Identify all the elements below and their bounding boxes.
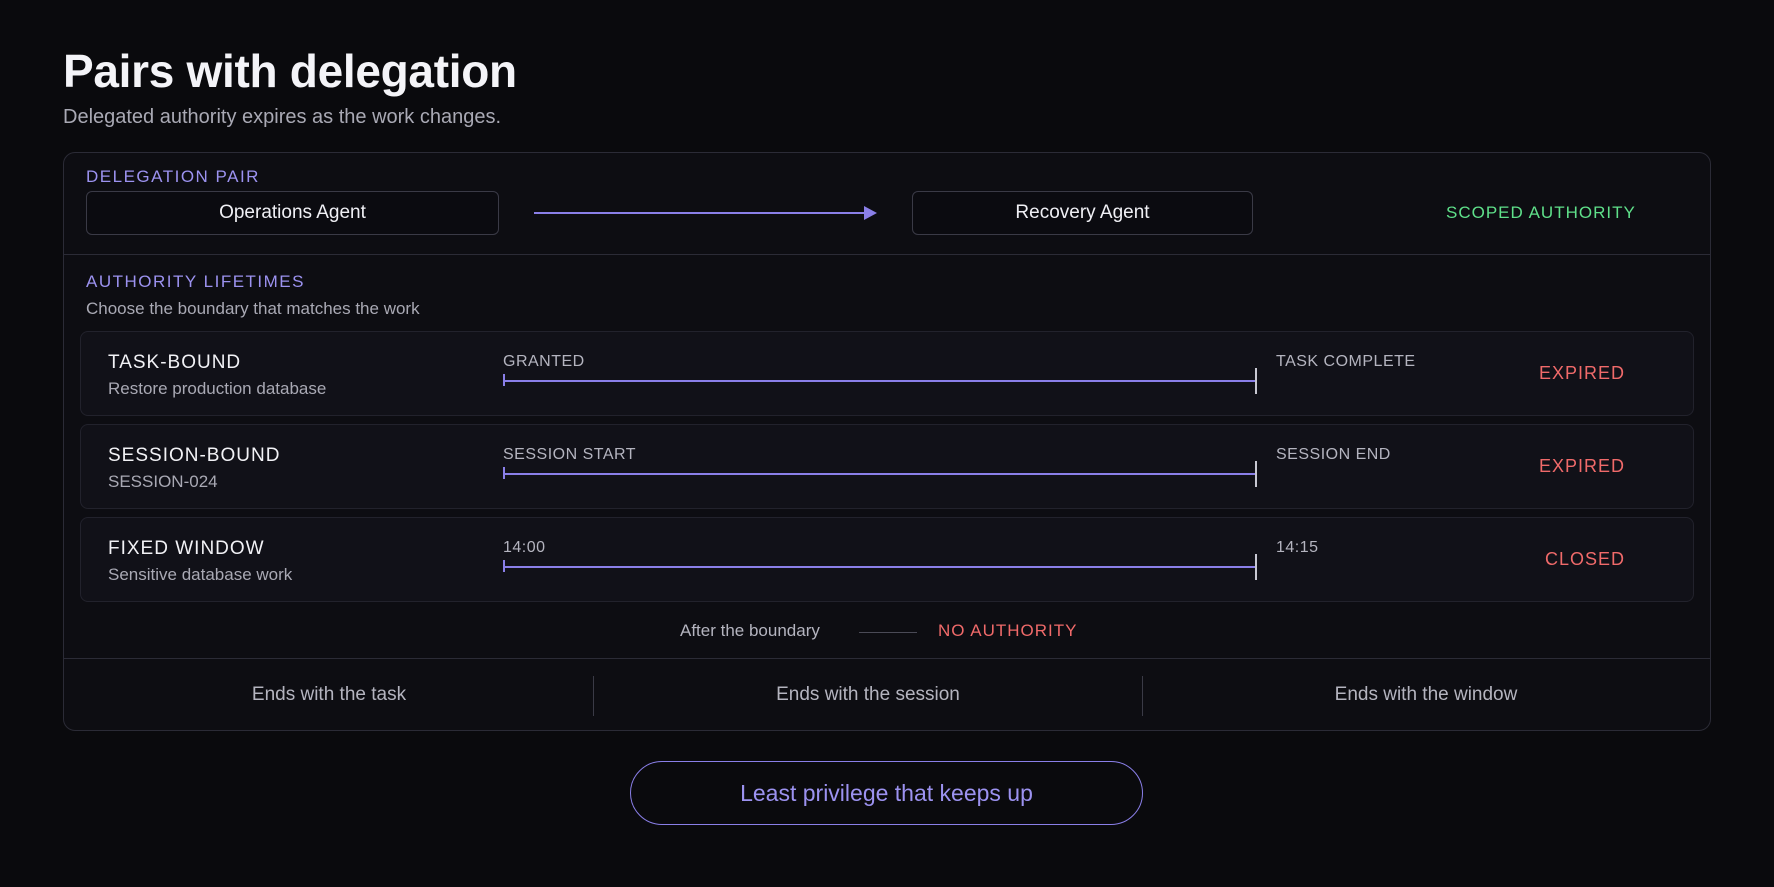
page: Pairs with delegation Delegated authorit… [0,0,1774,887]
lifetime-row-fixed-window: FIXED WINDOW Sensitive database work 14:… [80,517,1694,602]
authority-lifetimes-label: AUTHORITY LIFETIMES [86,272,305,291]
row-description: SESSION-024 [108,472,218,491]
timeline-start-tick [503,467,505,479]
timeline-start-tick [503,374,505,386]
timeline-end-tick [1255,368,1257,394]
lifetime-row-session-bound: SESSION-BOUND SESSION-024 SESSION START … [80,424,1694,509]
footer-cell-session: Ends with the session [776,684,960,705]
row-description: Sensitive database work [108,565,293,584]
arrow-right-icon [864,206,877,220]
status-badge: EXPIRED [1538,456,1625,476]
no-authority-badge: NO AUTHORITY [938,621,1078,640]
after-boundary-line [859,632,917,633]
pair-divider [64,254,1710,255]
timeline-end-tick [1255,554,1257,580]
authority-lifetimes-note: Choose the boundary that matches the wor… [86,299,420,318]
page-subtitle: Delegated authority expires as the work … [63,106,502,128]
scoped-authority-badge: SCOPED AUTHORITY [1446,203,1636,222]
timeline-bar [503,566,1256,568]
timeline-start-tick [503,560,505,572]
row-description: Restore production database [108,379,327,398]
page-title: Pairs with delegation [63,45,517,97]
delegation-arrow-line [534,212,868,214]
timeline-bar [503,473,1256,475]
operations-agent-box[interactable]: Operations Agent [86,191,499,235]
timeline-end-label: SESSION END [1276,446,1391,463]
least-privilege-button[interactable]: Least privilege that keeps up [630,761,1143,825]
footer-cell-task: Ends with the task [251,684,407,705]
timeline-start-label: GRANTED [503,353,585,370]
timeline-start-label: 14:00 [503,539,546,556]
recovery-agent-box[interactable]: Recovery Agent [912,191,1253,235]
row-name: TASK-BOUND [108,352,242,373]
status-badge: EXPIRED [1538,363,1625,383]
footer-cell-window: Ends with the window [1334,684,1518,705]
delegation-pair-label: DELEGATION PAIR [86,167,260,186]
delegation-panel: DELEGATION PAIR Operations Agent Recover… [63,152,1711,731]
after-boundary-label: After the boundary [680,621,820,640]
row-name: FIXED WINDOW [108,538,265,559]
timeline-end-tick [1255,461,1257,487]
timeline-bar [503,380,1256,382]
row-name: SESSION-BOUND [108,445,281,466]
status-badge: CLOSED [1544,549,1625,569]
timeline-end-label: 14:15 [1276,539,1319,556]
after-boundary: After the boundary NO AUTHORITY [64,621,1710,643]
lifetime-row-task-bound: TASK-BOUND Restore production database G… [80,331,1694,416]
timeline-end-label: TASK COMPLETE [1276,353,1416,370]
timeline-start-label: SESSION START [503,446,637,463]
